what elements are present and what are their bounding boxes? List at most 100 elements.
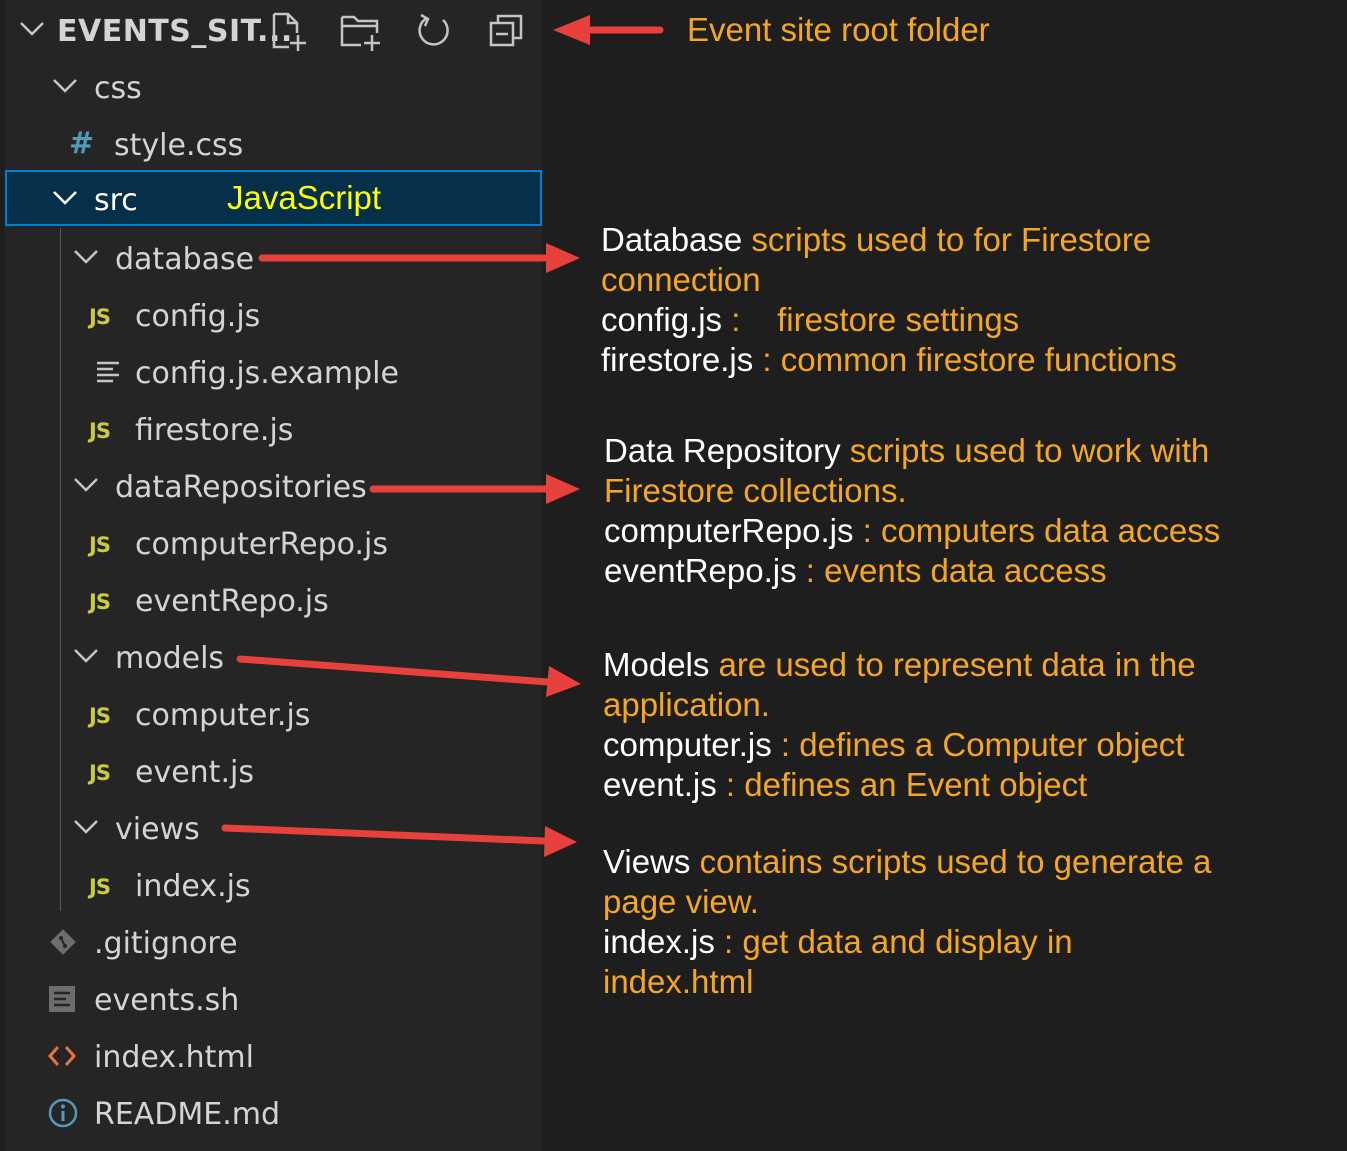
tree-file-computerrepo-js[interactable]: JS computerRepo.js <box>5 515 542 571</box>
annotation-panel: Event site root folder Database scripts … <box>542 0 1347 1151</box>
javascript-file-icon: JS <box>89 875 111 899</box>
tree-item-label: events.sh <box>94 983 240 1018</box>
note-subject: firestore.js <box>601 341 754 378</box>
chevron-down-icon <box>53 79 77 93</box>
chevron-down-icon <box>20 22 44 36</box>
tree-item-label: config.js.example <box>135 356 399 391</box>
git-icon <box>50 929 76 955</box>
database-note: Database scripts used to for Firestore c… <box>601 220 1177 380</box>
note-text: application. <box>603 686 770 723</box>
root-folder-note: Event site root folder <box>687 10 990 50</box>
tree-folder-views[interactable]: views <box>5 800 542 856</box>
tree-item-label: dataRepositories <box>115 470 367 505</box>
tree-item-label: src <box>94 183 138 218</box>
note-subject: config.js <box>601 301 723 338</box>
note-text: scripts used to for Firestore <box>742 221 1152 258</box>
tree-item-label: README.md <box>94 1097 281 1132</box>
tree-file-computer-js[interactable]: JS computer.js <box>5 686 542 742</box>
models-note: Models are used to represent data in the… <box>603 645 1196 805</box>
note-text: : computers data access <box>853 512 1221 549</box>
chevron-down-icon <box>74 649 98 663</box>
note-text: : defines an Event object <box>716 766 1088 803</box>
html-file-icon <box>47 1046 77 1066</box>
note-subject: computer.js <box>603 726 772 763</box>
note-text: : get data and display in <box>714 923 1073 960</box>
tree-item-label: computer.js <box>135 698 311 733</box>
note-subject: event.js <box>603 766 717 803</box>
text-file-icon <box>97 361 119 383</box>
repositories-note: Data Repository scripts used to work wit… <box>604 431 1220 591</box>
chevron-down-icon <box>74 250 98 264</box>
javascript-file-icon: JS <box>89 761 111 785</box>
note-text: Event site root folder <box>687 11 990 48</box>
tree-folder-models[interactable]: models <box>5 629 542 685</box>
note-text: connection <box>601 261 761 298</box>
tree-file-event-js[interactable]: JS event.js <box>5 743 542 799</box>
tree-item-label: index.html <box>94 1040 254 1075</box>
shell-script-icon <box>49 986 75 1012</box>
tree-item-label: event.js <box>135 755 254 790</box>
tree-item-label: firestore.js <box>135 413 294 448</box>
new-folder-icon[interactable] <box>339 11 383 51</box>
views-note: Views contains scripts used to generate … <box>603 842 1211 1002</box>
css-file-icon: # <box>69 126 95 161</box>
tree-file-config-js[interactable]: JS config.js <box>5 287 542 343</box>
note-subject: Views <box>603 843 691 880</box>
note-subject: eventRepo.js <box>604 552 797 589</box>
note-text: : events data access <box>796 552 1107 589</box>
tree-folder-datarepositories[interactable]: dataRepositories <box>5 458 542 514</box>
note-subject: Data Repository <box>604 432 841 469</box>
tree-item-label: css <box>94 71 142 106</box>
note-text: Firestore collections. <box>604 472 907 509</box>
note-text: contains scripts used to generate a <box>690 843 1212 880</box>
note-subject: Models <box>603 646 710 683</box>
root-folder-label: EVENTS_SIT... <box>57 14 293 49</box>
chevron-down-icon <box>53 191 77 205</box>
chevron-down-icon <box>74 478 98 492</box>
tree-file-gitignore[interactable]: .gitignore <box>5 914 542 970</box>
explorer-root-header[interactable]: EVENTS_SIT... <box>5 2 542 58</box>
tree-item-label: style.css <box>114 128 244 163</box>
info-icon <box>48 1098 78 1128</box>
tree-item-label: index.js <box>135 869 251 904</box>
tree-file-firestore-js[interactable]: JS firestore.js <box>5 401 542 457</box>
file-explorer: EVENTS_SIT... css # style.css src JavaSc… <box>5 0 542 1151</box>
collapse-all-icon[interactable] <box>487 11 527 51</box>
new-file-icon[interactable] <box>269 11 309 51</box>
tree-folder-css[interactable]: css <box>5 59 542 115</box>
tree-file-events-sh[interactable]: events.sh <box>5 971 542 1027</box>
note-subject: Database <box>601 221 743 258</box>
tree-item-label: models <box>115 641 225 676</box>
tree-item-label: database <box>115 242 255 277</box>
javascript-file-icon: JS <box>89 704 111 728</box>
tree-item-label: config.js <box>135 299 261 334</box>
tree-file-index-js[interactable]: JS index.js <box>5 857 542 913</box>
note-text: are used to represent data in the <box>709 646 1196 683</box>
tree-item-label: .gitignore <box>94 926 238 961</box>
note-subject: index.js <box>603 923 715 960</box>
chevron-down-icon <box>74 820 98 834</box>
note-text: index.html <box>603 963 754 1000</box>
note-text: : common firestore functions <box>753 341 1177 378</box>
javascript-file-icon: JS <box>89 419 111 443</box>
note-text: : defines a Computer object <box>771 726 1185 763</box>
note-subject: computerRepo.js <box>604 512 854 549</box>
javascript-file-icon: JS <box>89 305 111 329</box>
javascript-file-icon: JS <box>89 533 111 557</box>
tree-folder-database[interactable]: database <box>5 230 542 286</box>
note-text: : firestore settings <box>722 301 1020 338</box>
tree-item-label: computerRepo.js <box>135 527 389 562</box>
javascript-note: JavaScript <box>227 179 382 216</box>
note-text: page view. <box>603 883 759 920</box>
refresh-icon[interactable] <box>413 11 453 51</box>
note-text: scripts used to work with <box>840 432 1210 469</box>
tree-file-style-css[interactable]: # style.css <box>5 116 542 172</box>
tree-file-readme-md[interactable]: README.md <box>5 1085 542 1141</box>
tree-file-config-js-example[interactable]: config.js.example <box>5 344 542 400</box>
tree-item-label: eventRepo.js <box>135 584 329 619</box>
tree-item-label: views <box>115 812 200 847</box>
javascript-file-icon: JS <box>89 590 111 614</box>
tree-file-index-html[interactable]: index.html <box>5 1028 542 1084</box>
tree-folder-src[interactable]: src JavaScript <box>5 170 542 226</box>
tree-file-eventrepo-js[interactable]: JS eventRepo.js <box>5 572 542 628</box>
